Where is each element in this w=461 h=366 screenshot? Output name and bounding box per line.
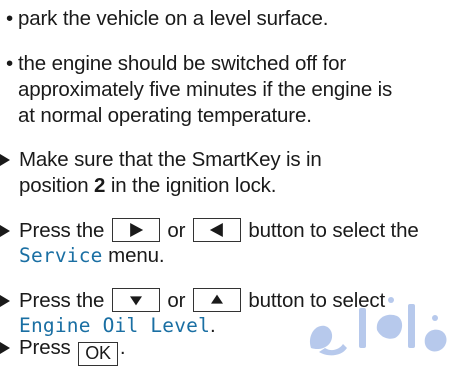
step-text-part: position bbox=[19, 174, 95, 197]
step-arrow-icon bbox=[0, 295, 10, 307]
step-text-part: button to select the bbox=[248, 219, 419, 242]
bullet-text-continuation: at normal operating temperature. bbox=[18, 104, 312, 127]
right-arrow-button-icon bbox=[111, 218, 160, 242]
left-arrow-button-icon bbox=[192, 218, 241, 242]
bullet-text: the engine should be switched off for bbox=[18, 52, 346, 75]
step-text: Make sure that the SmartKey is in bbox=[19, 148, 322, 171]
bullet-dot: • bbox=[6, 7, 14, 30]
step-item: Press the or button to select the bbox=[0, 218, 419, 243]
bullet-text: park the vehicle on a level surface. bbox=[18, 7, 329, 30]
step-item: Make sure that the SmartKey is in bbox=[0, 148, 322, 172]
step-text-part: menu. bbox=[102, 244, 165, 267]
step-text-part: Press the bbox=[19, 289, 105, 312]
step-arrow-icon bbox=[0, 225, 10, 237]
down-arrow-button-icon bbox=[111, 288, 160, 312]
step-text-part: Press bbox=[19, 336, 71, 359]
ok-button-icon: OK bbox=[78, 342, 118, 366]
step-arrow-icon bbox=[0, 342, 10, 354]
key-position-number: 2 bbox=[94, 174, 106, 197]
bullet-dot: • bbox=[6, 52, 14, 75]
bullet-text-continuation: approximately five minutes if the engine… bbox=[18, 78, 393, 101]
step-text-part: . bbox=[119, 336, 126, 359]
manual-page: • park the vehicle on a level surface. • t… bbox=[0, 0, 461, 366]
display-menu-name: Service bbox=[19, 244, 103, 267]
step-text-part: Press the bbox=[19, 219, 105, 242]
step-text-part: in the ignition lock. bbox=[105, 174, 277, 197]
step-text-continuation: Engine Oil Level. bbox=[19, 314, 216, 338]
display-menu-item: Engine Oil Level bbox=[19, 314, 211, 337]
step-text-continuation: Service menu. bbox=[19, 244, 165, 268]
step-arrow-icon bbox=[0, 154, 10, 166]
watermark-logo bbox=[309, 297, 447, 356]
step-text-part: or bbox=[167, 219, 186, 242]
bullet-item: • the engine should be switched off for bbox=[6, 52, 346, 76]
step-item: Press OK. bbox=[0, 336, 126, 366]
step-text-continuation: position 2 in the ignition lock. bbox=[19, 174, 276, 198]
step-text-part: or bbox=[167, 289, 186, 312]
up-arrow-button-icon bbox=[192, 288, 241, 312]
step-text-part: . bbox=[210, 314, 216, 337]
bullet-item: • park the vehicle on a level surface. bbox=[6, 7, 328, 31]
